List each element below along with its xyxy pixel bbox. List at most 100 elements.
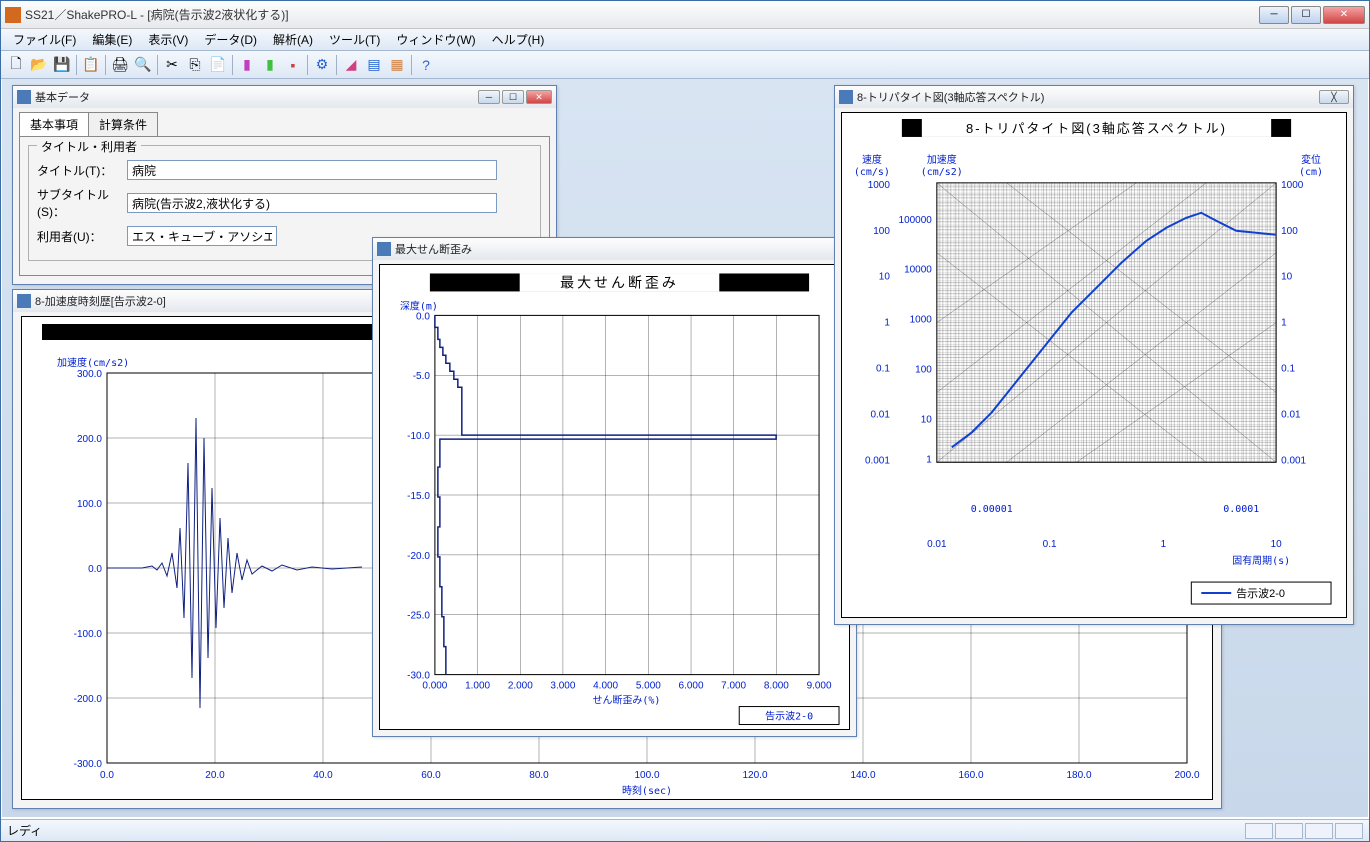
statusbar: レディ <box>1 819 1369 841</box>
help-icon[interactable]: ? <box>415 54 437 76</box>
copy-icon[interactable]: ⎘ <box>184 54 206 76</box>
chart-title: 最大せん断歪み <box>560 274 679 290</box>
tab-basic[interactable]: 基本事項 <box>19 112 89 136</box>
tool-c-icon[interactable]: ▪ <box>282 54 304 76</box>
svg-text:100.0: 100.0 <box>634 770 659 781</box>
svg-text:-5.0: -5.0 <box>413 371 431 382</box>
close-button[interactable]: ✕ <box>1323 6 1365 24</box>
main-title: SS21／ShakePRO-L - [病院(告示波2液状化する)] <box>25 6 1259 23</box>
separator <box>157 55 158 75</box>
open-icon[interactable]: 📂 <box>28 54 50 76</box>
svg-text:200.0: 200.0 <box>77 434 102 445</box>
chart-title: 8-トリパタイト図(3軸応答スペクトル) <box>966 121 1227 136</box>
main-titlebar: SS21／ShakePRO-L - [病院(告示波2液状化する)] ─ ☐ ✕ <box>1 1 1369 29</box>
svg-text:加速度: 加速度 <box>927 153 957 166</box>
svg-text:0.00001: 0.00001 <box>971 504 1013 515</box>
run-icon[interactable]: ⚙ <box>311 54 333 76</box>
child-titlebar[interactable]: 基本データ ─ ☐ ✕ <box>13 86 556 108</box>
status-panel <box>1245 823 1273 839</box>
save-icon[interactable]: 💾 <box>51 54 73 76</box>
svg-text:0.001: 0.001 <box>865 455 890 466</box>
svg-text:10: 10 <box>921 414 933 425</box>
child-titlebar[interactable]: 最大せん断歪み <box>373 238 856 260</box>
x-axis-label: 固有周期(s) <box>1232 554 1290 567</box>
child-title: 基本データ <box>35 89 478 105</box>
title-input[interactable] <box>127 160 497 180</box>
svg-text:300.0: 300.0 <box>77 369 102 380</box>
status-text: レディ <box>7 822 42 839</box>
subtitle-input[interactable] <box>127 193 497 213</box>
menu-file[interactable]: ファイル(F) <box>5 29 84 50</box>
child-maximize-button[interactable]: ☐ <box>502 90 524 104</box>
svg-text:100: 100 <box>873 226 890 237</box>
svg-text:100000: 100000 <box>899 215 933 226</box>
chart-b-icon[interactable]: ▤ <box>363 54 385 76</box>
menu-edit[interactable]: 編集(E) <box>84 29 140 50</box>
paste2-icon[interactable]: 📄 <box>207 54 229 76</box>
user-input[interactable] <box>127 226 277 246</box>
menu-help[interactable]: ヘルプ(H) <box>484 29 553 50</box>
print-icon[interactable]: 🖨 <box>109 54 131 76</box>
tool-b-icon[interactable]: ▮ <box>259 54 281 76</box>
svg-text:1: 1 <box>1281 318 1287 329</box>
svg-text:7.000: 7.000 <box>721 681 746 692</box>
svg-text:0.1: 0.1 <box>876 363 890 374</box>
window-icon <box>17 294 31 308</box>
child-titlebar[interactable]: 8-トリパタイト図(3軸応答スペクトル) ╳ <box>835 86 1353 108</box>
svg-text:1: 1 <box>884 318 890 329</box>
svg-text:0.1: 0.1 <box>1281 363 1295 374</box>
main-window: SS21／ShakePRO-L - [病院(告示波2液状化する)] ─ ☐ ✕ … <box>0 0 1370 842</box>
svg-text:2.000: 2.000 <box>508 681 533 692</box>
svg-text:0.0001: 0.0001 <box>1223 504 1259 515</box>
status-panel <box>1305 823 1333 839</box>
tool-a-icon[interactable]: ▮ <box>236 54 258 76</box>
svg-text:1: 1 <box>926 454 932 465</box>
x-axis-label: せん断歪み(%) <box>593 694 661 707</box>
svg-text:変位: 変位 <box>1301 153 1321 166</box>
svg-text:180.0: 180.0 <box>1066 770 1091 781</box>
menu-view[interactable]: 表示(V) <box>140 29 196 50</box>
svg-text:1000: 1000 <box>868 180 891 191</box>
window-icon <box>839 90 853 104</box>
child-close-button[interactable]: ╳ <box>1319 90 1349 104</box>
child-title: 8-トリパタイト図(3軸応答スペクトル) <box>857 89 1319 105</box>
svg-text:0.001: 0.001 <box>1281 455 1306 466</box>
minimize-button[interactable]: ─ <box>1259 6 1289 24</box>
child-title: 最大せん断歪み <box>395 241 852 257</box>
tab-calc[interactable]: 計算条件 <box>88 112 158 136</box>
menu-data[interactable]: データ(D) <box>196 29 265 50</box>
separator <box>105 55 106 75</box>
chart-c-icon[interactable]: ▦ <box>386 54 408 76</box>
menu-window[interactable]: ウィンドウ(W) <box>388 29 483 50</box>
tripartite-window[interactable]: 8-トリパタイト図(3軸応答スペクトル) ╳ 8-トリパタイト図(3軸応答スペク… <box>834 85 1354 625</box>
svg-text:0.01: 0.01 <box>1281 409 1301 420</box>
svg-text:6.000: 6.000 <box>679 681 704 692</box>
svg-text:200.0: 200.0 <box>1174 770 1199 781</box>
svg-text:0.0: 0.0 <box>416 311 430 322</box>
shear-strain-window[interactable]: 最大せん断歪み 最大せん断歪み 深度(m) <box>372 237 857 737</box>
svg-text:-200.0: -200.0 <box>74 694 103 705</box>
paste-icon[interactable]: 📋 <box>80 54 102 76</box>
maximize-button[interactable]: ☐ <box>1291 6 1321 24</box>
menu-tools[interactable]: ツール(T) <box>321 29 388 50</box>
chart-a-icon[interactable]: ◢ <box>340 54 362 76</box>
separator <box>336 55 337 75</box>
app-icon <box>5 7 21 23</box>
child-close-button[interactable]: ✕ <box>526 90 552 104</box>
mdi-client-area: 8-加速度時刻歴[告示波2-0] 加速度(cm/s2) <box>2 79 1368 817</box>
tabbar: 基本事項 計算条件 <box>19 112 550 136</box>
svg-text:0.1: 0.1 <box>1043 539 1057 550</box>
user-label: 利用者(U)： <box>37 228 127 245</box>
accel-waveform <box>107 418 362 708</box>
toolbar: 🗋 📂 💾 📋 🖨 🔍 ✂ ⎘ 📄 ▮ ▮ ▪ ⚙ ◢ ▤ ▦ ? <box>1 51 1369 79</box>
separator <box>76 55 77 75</box>
child-minimize-button[interactable]: ─ <box>478 90 500 104</box>
menubar: ファイル(F) 編集(E) 表示(V) データ(D) 解析(A) ツール(T) … <box>1 29 1369 51</box>
preview-icon[interactable]: 🔍 <box>132 54 154 76</box>
new-icon[interactable]: 🗋 <box>5 54 27 76</box>
svg-text:40.0: 40.0 <box>313 770 333 781</box>
menu-analysis[interactable]: 解析(A) <box>265 29 321 50</box>
status-panel <box>1275 823 1303 839</box>
cut-icon[interactable]: ✂ <box>161 54 183 76</box>
separator <box>232 55 233 75</box>
